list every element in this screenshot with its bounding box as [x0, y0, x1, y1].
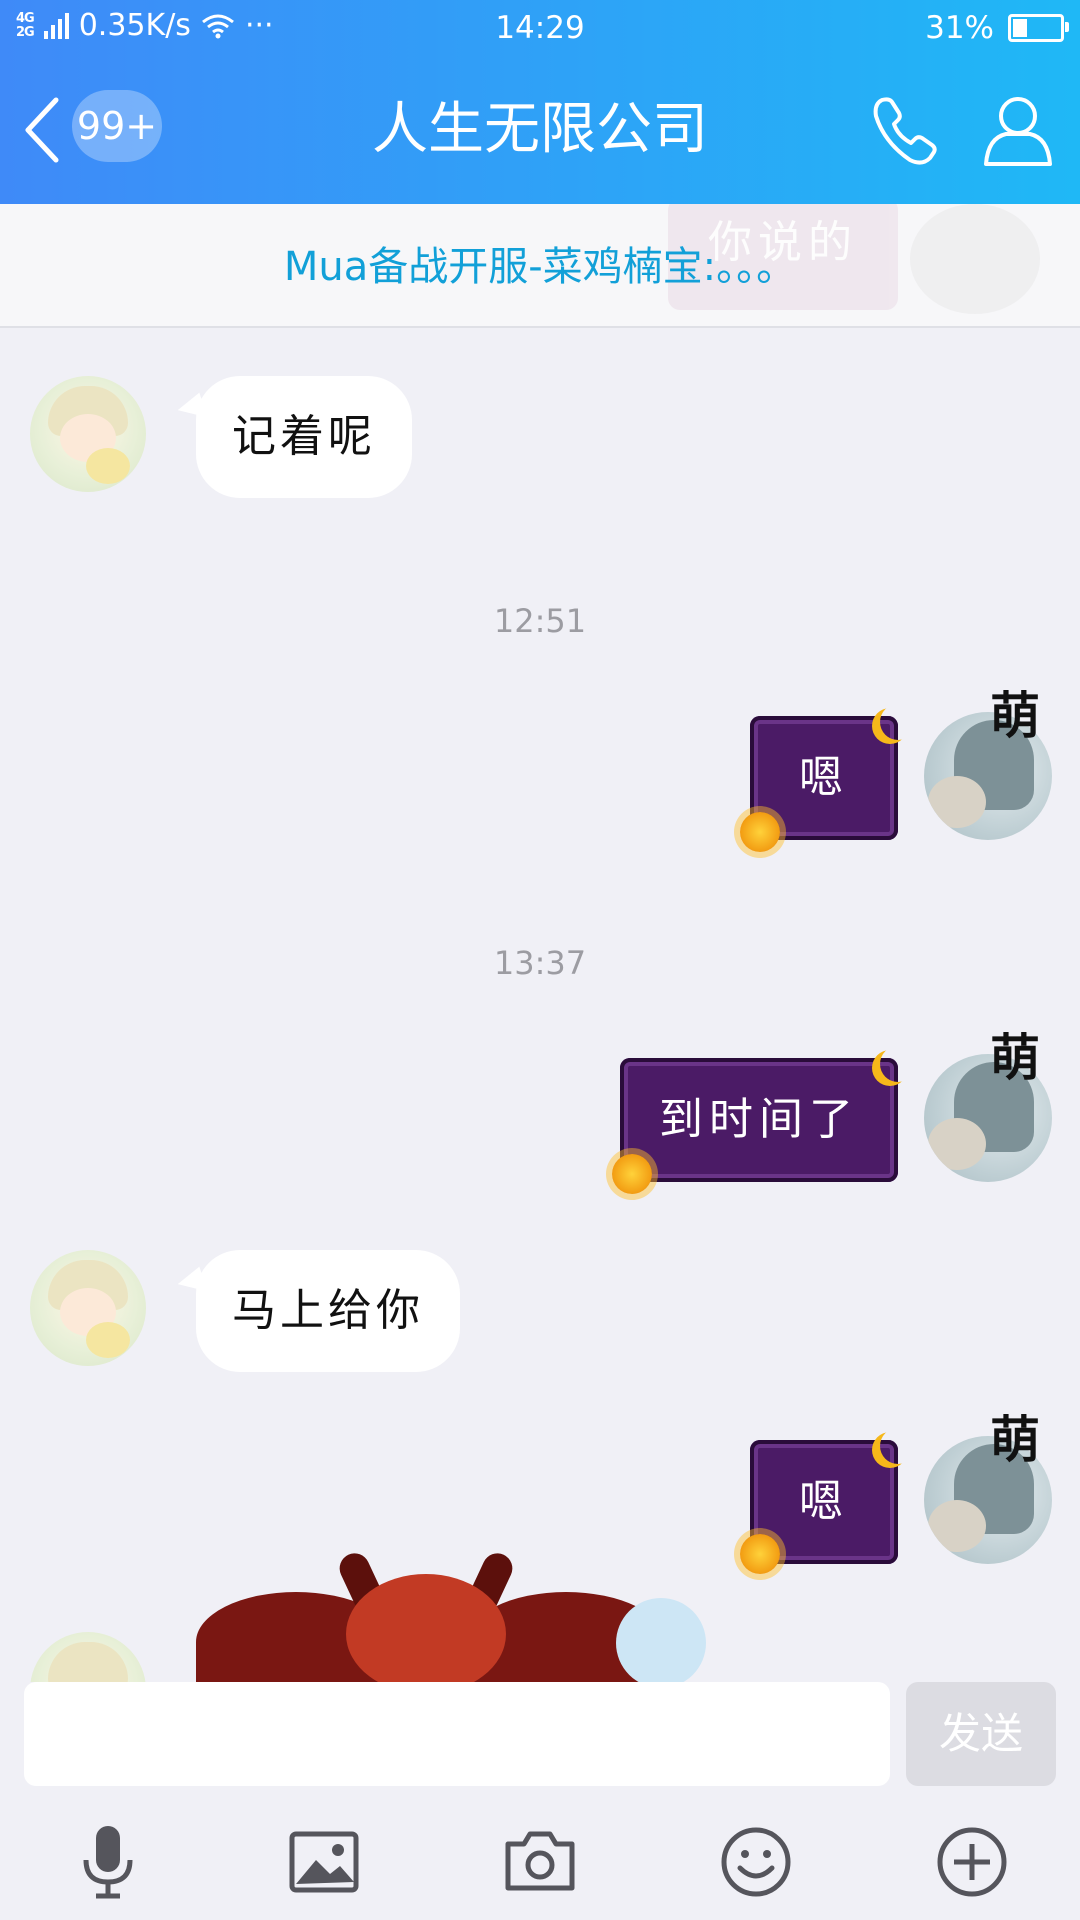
- avatar-bear: [86, 1322, 130, 1358]
- nickname-badge: 萌: [990, 1410, 1040, 1469]
- composer: 发送: [0, 1682, 1080, 1920]
- app-header: 4G 2G 0.35K/s ··· 14:29 31% 99+ 人生无限公司: [0, 0, 1080, 204]
- avatar-pug: [928, 776, 986, 828]
- sun-decoration-icon: [612, 1154, 652, 1194]
- message-timestamp: 13:37: [493, 944, 587, 982]
- avatar-pug: [928, 1500, 986, 1552]
- status-right: 31%: [925, 10, 1069, 46]
- sun-decoration-icon: [740, 1534, 780, 1574]
- moon-decoration-icon: [880, 1046, 916, 1082]
- sticker-image[interactable]: [196, 1552, 716, 1682]
- battery-icon: [1008, 14, 1069, 42]
- sender-avatar[interactable]: [30, 376, 146, 492]
- nickname-badge: 萌: [990, 686, 1040, 745]
- avatar-bear: [86, 448, 130, 484]
- clock: 14:29: [495, 10, 585, 46]
- sticker-head: [346, 1574, 506, 1682]
- camera-icon[interactable]: [500, 1822, 580, 1902]
- message-bubble-incoming[interactable]: 记着呢: [196, 376, 412, 498]
- battery-fill: [1013, 19, 1027, 37]
- composer-toolbar: [0, 1822, 1080, 1918]
- nickname-badge: 萌: [990, 1028, 1040, 1087]
- sun-decoration-icon: [740, 812, 780, 852]
- pinned-notice-bar[interactable]: 你说的 Mua备战开服-菜鸡楠宝:。。。: [0, 204, 1080, 328]
- message-bubble-outgoing[interactable]: 到时间了: [620, 1058, 898, 1182]
- message-input[interactable]: [24, 1682, 890, 1786]
- microphone-icon[interactable]: [68, 1822, 148, 1902]
- phone-call-button[interactable]: [868, 90, 948, 170]
- nav-bar: 99+ 人生无限公司: [0, 70, 1080, 190]
- moon-decoration-icon: [880, 1428, 916, 1464]
- image-icon[interactable]: [284, 1822, 364, 1902]
- group-profile-button[interactable]: [978, 90, 1058, 170]
- plus-more-icon[interactable]: [932, 1822, 1012, 1902]
- moon-decoration-icon: [880, 704, 916, 740]
- battery-percent: 31%: [925, 10, 994, 46]
- emoji-icon[interactable]: [716, 1822, 796, 1902]
- message-bubble-incoming[interactable]: 马上给你: [196, 1250, 460, 1372]
- sender-avatar[interactable]: [30, 1250, 146, 1366]
- avatar-pug: [928, 1118, 986, 1170]
- sticker-elf: [616, 1598, 706, 1682]
- send-button[interactable]: 发送: [906, 1682, 1056, 1786]
- notice-text: Mua备战开服-菜鸡楠宝:。。。: [283, 244, 797, 290]
- status-bar: 4G 2G 0.35K/s ··· 14:29 31%: [0, 0, 1080, 58]
- message-timestamp: 12:51: [493, 602, 587, 640]
